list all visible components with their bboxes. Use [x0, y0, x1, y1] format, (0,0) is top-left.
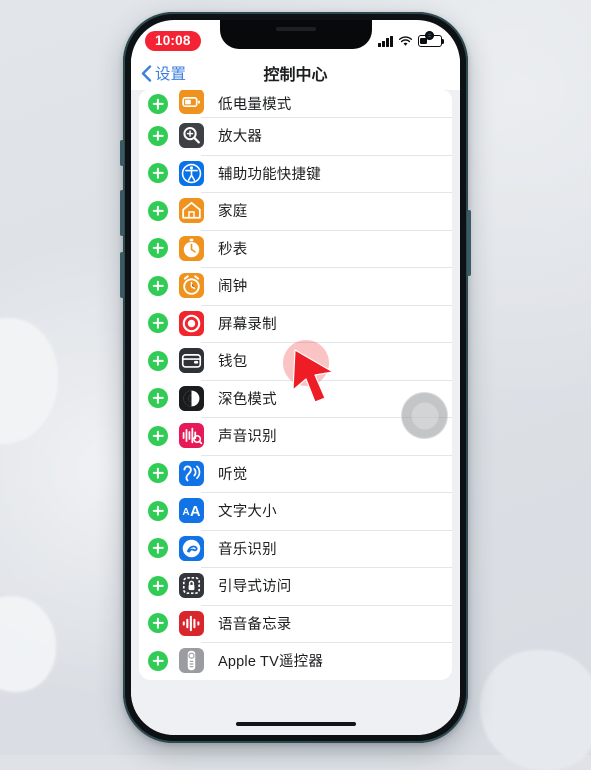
list-row[interactable]: 辅助功能快捷键: [139, 154, 452, 192]
list-row-label: 深色模式: [218, 391, 277, 408]
add-control-button[interactable]: [148, 500, 168, 521]
dark-mode-icon: [179, 385, 204, 411]
voice-memos-icon: [179, 610, 204, 636]
list-row-label: 闹钟: [218, 279, 248, 296]
list-row[interactable]: 屏幕录制: [139, 304, 452, 342]
apple-tv-remote-icon: [179, 648, 204, 674]
back-to-settings-button[interactable]: 设置: [141, 62, 186, 84]
list-row[interactable]: 家庭: [139, 192, 452, 230]
list-row[interactable]: 低电量模式: [139, 90, 452, 117]
list-row-label: 屏幕录制: [218, 316, 277, 333]
accessibility-shortcut-icon: [179, 160, 204, 186]
navigation-bar: 设置 控制中心: [131, 56, 460, 90]
list-row-label: 文字大小: [218, 504, 277, 521]
battery-low-icon: [418, 35, 445, 47]
list-row[interactable]: 放大器: [139, 117, 452, 155]
list-row-label: 低电量模式: [218, 97, 292, 113]
text-size-icon: AA: [179, 498, 204, 524]
list-row-label: 音乐识别: [218, 541, 277, 558]
add-control-button[interactable]: [148, 613, 168, 634]
volume-down-button[interactable]: [120, 252, 124, 298]
home-app-icon: [179, 198, 204, 224]
add-control-button[interactable]: [148, 238, 168, 259]
wallet-icon: [179, 348, 204, 374]
volume-up-button[interactable]: [120, 190, 124, 236]
screen-record-icon: [179, 310, 204, 336]
list-row-label: 秒表: [218, 241, 248, 258]
add-control-button[interactable]: [148, 125, 168, 146]
add-control-button[interactable]: [148, 388, 168, 409]
recording-time-pill: 10:08: [145, 30, 201, 52]
cellular-signal-icon: [378, 35, 393, 47]
low-power-mode-icon: [179, 90, 204, 114]
phone-screen: 10:08 设置 控制中心 低电量模式 放大器 辅助功能快捷键 家庭 秒表 闹钟…: [131, 20, 460, 735]
list-row-label: 钱包: [218, 354, 248, 371]
status-icons: [378, 35, 445, 47]
add-control-button[interactable]: [148, 350, 168, 371]
desk-object-left: [0, 318, 58, 444]
add-control-button[interactable]: [148, 575, 168, 596]
list-row-label: 家庭: [218, 204, 248, 221]
magnifier-icon: [179, 123, 204, 149]
list-row-label: 听觉: [218, 466, 248, 483]
list-row[interactable]: A A 文字大小: [139, 492, 452, 530]
list-row[interactable]: 语音备忘录: [139, 604, 452, 642]
back-button-label: 设置: [155, 66, 187, 83]
list-row-label: 放大器: [218, 129, 263, 146]
mute-switch[interactable]: [120, 140, 124, 166]
hearing-icon: [179, 460, 204, 486]
list-row[interactable]: Apple TV遥控器: [139, 642, 452, 680]
power-button[interactable]: [467, 210, 471, 276]
status-bar: 10:08: [131, 20, 460, 56]
desk-object-bottom-right: [480, 650, 591, 770]
add-control-button[interactable]: [148, 650, 168, 671]
assistive-touch-button[interactable]: [401, 392, 448, 439]
list-row-label: 辅助功能快捷键: [218, 166, 321, 183]
list-row[interactable]: 闹钟: [139, 267, 452, 305]
guided-access-icon: [179, 573, 204, 599]
list-row-label: Apple TV遥控器: [218, 654, 324, 671]
stopwatch-icon: [179, 235, 204, 261]
add-control-button[interactable]: [148, 313, 168, 334]
add-control-button[interactable]: [148, 463, 168, 484]
list-row[interactable]: 音乐识别: [139, 529, 452, 567]
add-control-button[interactable]: [148, 94, 168, 114]
svg-text:A: A: [182, 507, 189, 518]
wifi-icon: [398, 35, 413, 46]
music-recognition-icon: [179, 535, 204, 561]
add-control-button[interactable]: [148, 200, 168, 221]
add-control-button[interactable]: [148, 538, 168, 559]
alarm-clock-icon: [179, 273, 204, 299]
sound-recognition-icon: [179, 423, 204, 449]
chevron-left-icon: [141, 64, 152, 82]
list-row[interactable]: 听觉: [139, 454, 452, 492]
list-row-label: 声音识别: [218, 429, 277, 446]
add-control-button[interactable]: [148, 425, 168, 446]
iphone-device: 10:08 设置 控制中心 低电量模式 放大器 辅助功能快捷键 家庭 秒表 闹钟…: [120, 12, 471, 743]
list-row-label: 语音备忘录: [218, 616, 292, 633]
list-row[interactable]: 引导式访问: [139, 567, 452, 605]
page-title: 控制中心: [263, 67, 328, 84]
red-pointer-cursor: [292, 349, 334, 403]
list-row[interactable]: 秒表: [139, 229, 452, 267]
home-indicator-bar[interactable]: [235, 721, 356, 726]
add-control-button[interactable]: [148, 163, 168, 184]
add-control-button[interactable]: [148, 275, 168, 296]
svg-text:A: A: [190, 504, 201, 520]
desk-object-bottom-left: [0, 596, 56, 692]
list-row-label: 引导式访问: [218, 579, 292, 596]
